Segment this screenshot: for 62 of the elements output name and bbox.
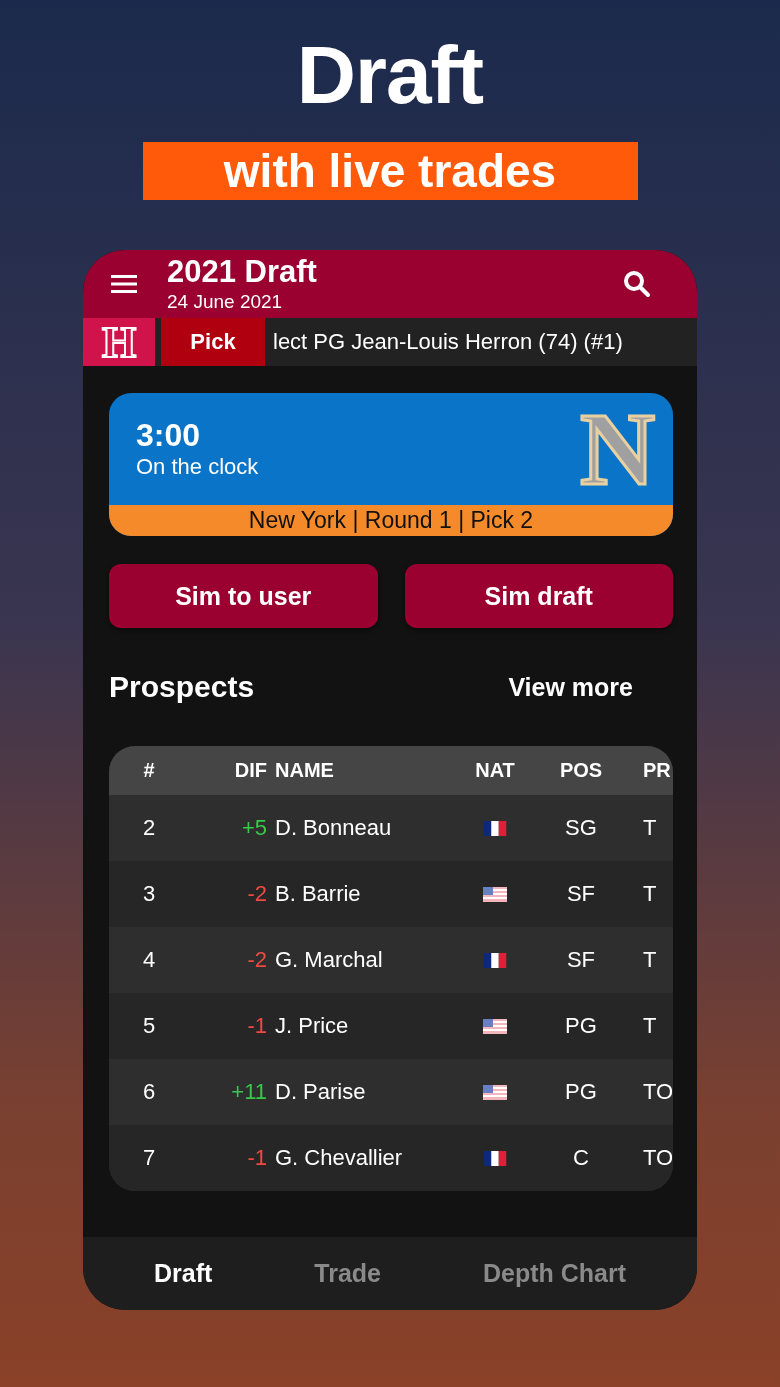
table-cell-text: T xyxy=(642,815,657,841)
french-flag-icon xyxy=(483,820,507,836)
table-cell-text: -1 xyxy=(247,1013,268,1039)
table-cell: PG xyxy=(565,1079,597,1105)
table-cell-text: D. Parise xyxy=(274,1079,366,1105)
tagline-banner: with live trades xyxy=(142,142,638,200)
table-cell-text: G. Marchal xyxy=(274,947,383,973)
sim-draft-button[interactable]: Sim draft xyxy=(404,564,673,628)
table-cell: C xyxy=(573,1145,589,1171)
us-flag-icon xyxy=(483,1018,507,1034)
search-icon[interactable] xyxy=(623,270,651,298)
table-cell-text: TO xyxy=(642,1079,673,1105)
table-cell-text: -1 xyxy=(247,1145,268,1171)
table-cell: 2 xyxy=(142,815,156,841)
table-cell-text: T xyxy=(642,947,657,973)
table-cell: 7 xyxy=(142,1145,156,1171)
table-cell-text: -2 xyxy=(247,947,268,973)
table-cell: SF xyxy=(566,947,596,973)
table-cell-text: T xyxy=(642,881,657,907)
column-header: NAT xyxy=(475,759,515,782)
clock-status: On the clock xyxy=(136,453,260,481)
french-flag-icon xyxy=(483,1150,507,1166)
column-header: POS xyxy=(559,759,603,782)
column-header: PR xyxy=(642,759,671,782)
screen-date: 24 June 2021 xyxy=(167,291,284,313)
clock-time: 3:00 xyxy=(136,417,202,453)
table-cell-text: -2 xyxy=(247,881,268,907)
tab[interactable]: Draft xyxy=(153,1259,213,1288)
tab[interactable]: Trade xyxy=(314,1259,381,1288)
table-cell-text: D. Bonneau xyxy=(274,815,392,841)
column-header: NAME xyxy=(274,759,334,782)
table-cell: 4 xyxy=(142,947,156,973)
ticker-text: lect PG Jean-Louis Herron (74) (#1) xyxy=(273,329,623,355)
headline: Draft xyxy=(296,30,484,120)
table-cell-text: +5 xyxy=(241,815,268,841)
table-cell-text: TO xyxy=(642,1145,673,1171)
pick-label: Pick xyxy=(161,318,265,366)
table-cell: 3 xyxy=(142,881,156,907)
menu-icon[interactable] xyxy=(111,274,137,294)
french-flag-icon xyxy=(483,952,507,968)
column-header: DIF xyxy=(234,759,268,782)
view-more-link[interactable]: View more xyxy=(508,672,633,702)
table-cell-text: G. Chevallier xyxy=(274,1145,403,1171)
column-header: # xyxy=(143,759,155,782)
table-cell: PG xyxy=(565,1013,597,1039)
tab[interactable]: Depth Chart xyxy=(482,1259,626,1288)
team-logo: N xyxy=(579,399,655,499)
table-cell: 5 xyxy=(142,1013,156,1039)
pick-info: New York | Round 1 | Pick 2 xyxy=(109,505,673,536)
table-cell-text: T xyxy=(642,1013,657,1039)
table-cell-text: +11 xyxy=(231,1079,268,1105)
screen-title: 2021 Draft xyxy=(167,255,318,289)
sim-to-user-button[interactable]: Sim to user xyxy=(109,564,378,628)
table-cell: SG xyxy=(565,815,597,841)
team-logo: H xyxy=(83,318,155,366)
table-cell: SF xyxy=(566,881,596,907)
table-cell-text: J. Price xyxy=(274,1013,349,1039)
table-cell: 6 xyxy=(142,1079,156,1105)
table-cell-text: B. Barrie xyxy=(274,881,361,907)
us-flag-icon xyxy=(483,1084,507,1100)
us-flag-icon xyxy=(483,886,507,902)
section-title: Prospects xyxy=(109,670,255,704)
